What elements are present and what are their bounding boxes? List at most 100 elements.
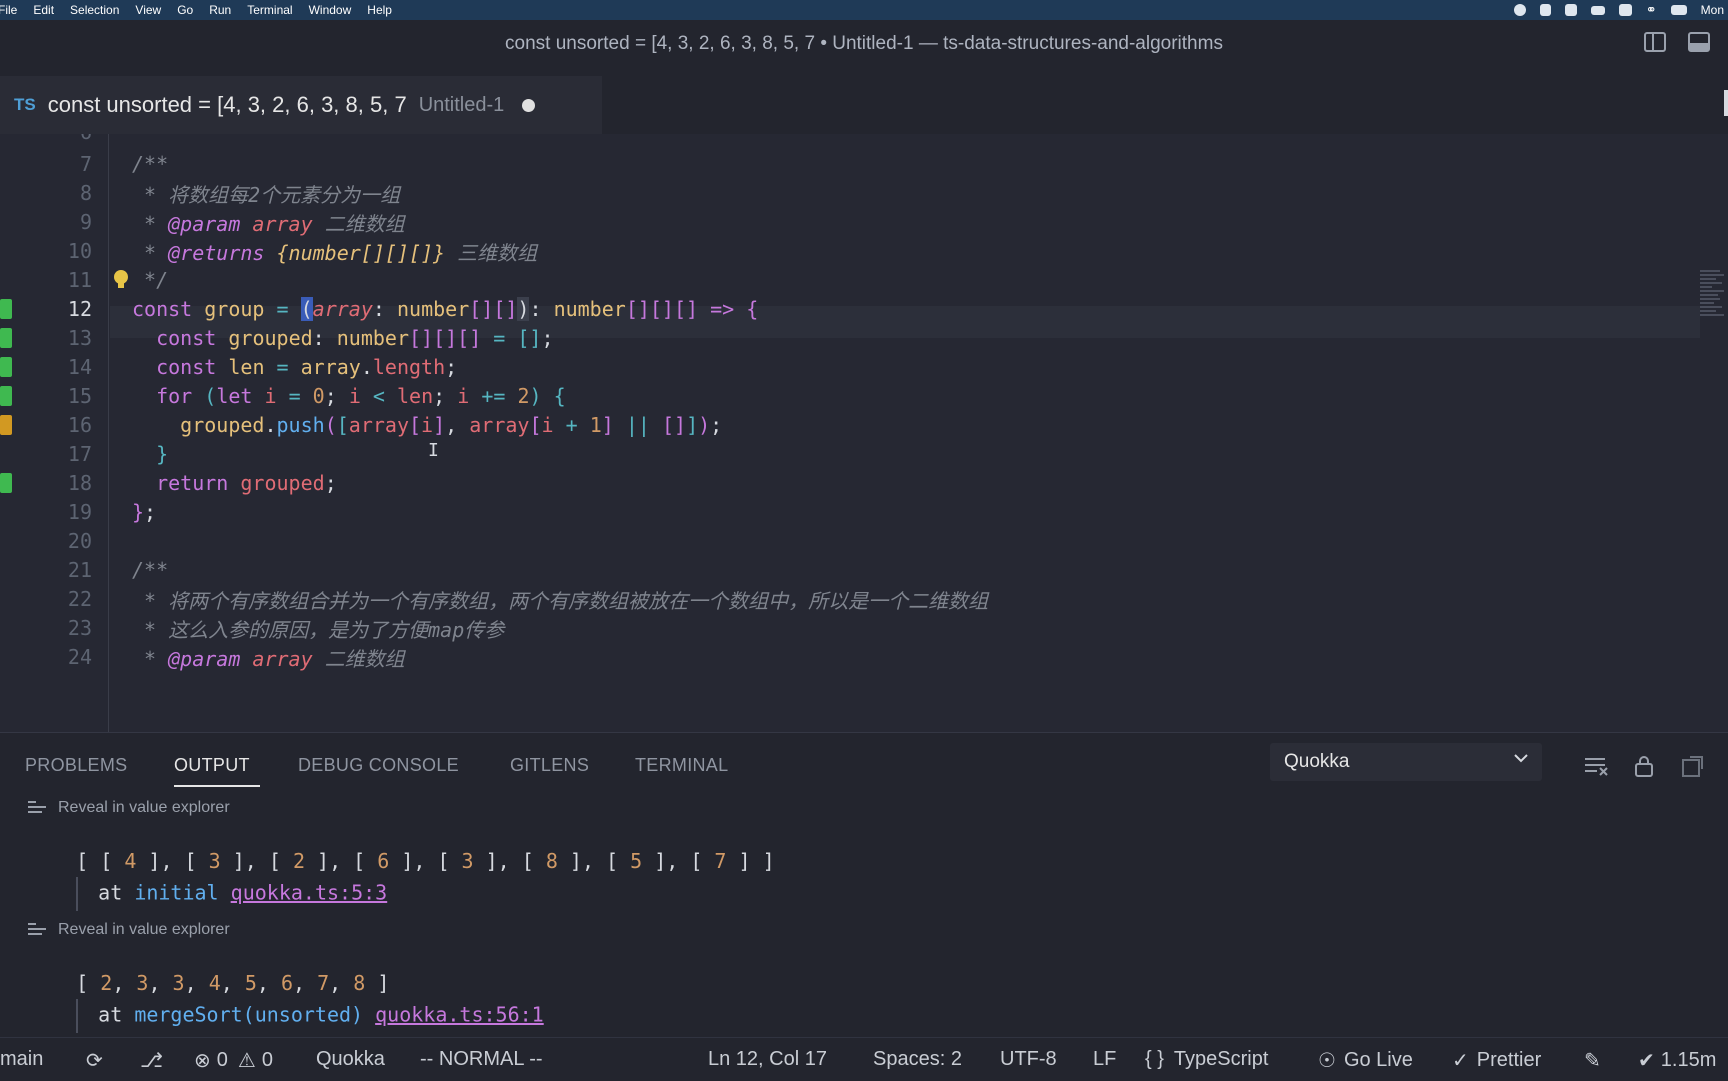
- code-line-6: 6: [0, 134, 1700, 148]
- error-icon: ⊗: [194, 1050, 211, 1072]
- code-line-15: 15 for (let i = 0; i < len; i += 2) {: [0, 380, 1700, 412]
- shield-icon[interactable]: [1539, 4, 1551, 16]
- line-number: 21: [67, 558, 92, 582]
- warning-count: 0: [261, 1049, 273, 1071]
- code-line-13: 13 const grouped: number[][][] = [];: [0, 322, 1700, 354]
- line-number: 15: [67, 384, 92, 408]
- tab-problems[interactable]: PROBLEMS: [25, 755, 127, 776]
- line-number: 19: [67, 500, 92, 524]
- go-live-button[interactable]: ☉ Go Live: [1318, 1048, 1413, 1073]
- unsaved-dot-icon[interactable]: [522, 98, 536, 112]
- output-channel-select[interactable]: Quokka: [1270, 743, 1542, 781]
- prettier-label: Prettier: [1476, 1049, 1542, 1071]
- git-added-marker[interactable]: [0, 386, 12, 406]
- end-of-line[interactable]: LF: [1093, 1048, 1116, 1071]
- toggle-panel-icon[interactable]: [1688, 32, 1710, 52]
- git-graph-icon[interactable]: ⎇: [140, 1048, 163, 1073]
- list-icon: [28, 801, 46, 815]
- comment-text: * 将数组每2个元素分为一组: [132, 182, 401, 207]
- feedback-icon[interactable]: ✎: [1584, 1048, 1601, 1073]
- reveal-in-value-explorer-link[interactable]: Reveal in value explorer: [28, 799, 230, 817]
- sync-icon[interactable]: [1618, 4, 1632, 16]
- at-label: at: [98, 880, 123, 905]
- menu-window[interactable]: Window: [309, 3, 352, 17]
- output-context: mergeSort(unsorted): [134, 1002, 364, 1027]
- tab-gitlens[interactable]: GITLENS: [510, 755, 589, 776]
- problems-indicator[interactable]: ⊗ 0 ⚠ 0: [194, 1048, 273, 1073]
- menu-edit[interactable]: Edit: [33, 3, 54, 17]
- wifi-icon[interactable]: ⚭: [1646, 2, 1657, 18]
- keyboard-icon[interactable]: [1590, 5, 1605, 15]
- tab-debug-console[interactable]: DEBUG CONSOLE: [298, 755, 459, 776]
- quokka-timing[interactable]: ✔ 1.15m: [1638, 1048, 1716, 1073]
- code-line-22: 22 * 将两个有序数组合并为一个有序数组，两个有序数组被放在一个数组中，所以是…: [0, 583, 1700, 615]
- menu-file[interactable]: File: [0, 3, 17, 17]
- git-added-marker[interactable]: [0, 299, 12, 319]
- menu-run[interactable]: Run: [209, 3, 231, 17]
- code-line-9: 9 * @param array 二维数组: [0, 206, 1700, 238]
- indentation[interactable]: Spaces: 2: [873, 1048, 962, 1071]
- overflow-edge: [1724, 90, 1728, 116]
- code-line-21: 21 /**: [0, 554, 1700, 586]
- line-number: 18: [67, 471, 92, 495]
- tab-terminal[interactable]: TERMINAL: [635, 755, 728, 776]
- line-number: 6: [20, 134, 92, 144]
- code-line-24: 24 * @param array 二维数组: [0, 641, 1700, 673]
- menu-help[interactable]: Help: [367, 3, 392, 17]
- line-number: 11: [67, 268, 92, 292]
- line-number: 20: [67, 529, 92, 553]
- lightbulb-icon[interactable]: [112, 269, 130, 291]
- clock[interactable]: Mon: [1701, 3, 1724, 17]
- chevron-down-icon: [1514, 754, 1528, 763]
- system-tray: ⚭ Mon: [1513, 0, 1728, 20]
- line-number: 9: [79, 210, 92, 234]
- git-added-marker[interactable]: [0, 357, 12, 377]
- prettier-status[interactable]: ✓ Prettier: [1452, 1048, 1541, 1073]
- reveal-label: Reveal in value explorer: [58, 799, 230, 816]
- window-titlebar: const unsorted = [4, 3, 2, 6, 3, 8, 5, 7…: [0, 20, 1728, 68]
- open-log-file-icon[interactable]: [1680, 755, 1704, 777]
- line-number: 12: [67, 297, 92, 321]
- editor-tab-untitled-1[interactable]: TS const unsorted = [4, 3, 2, 6, 3, 8, 5…: [0, 76, 602, 136]
- line-number: 13: [67, 326, 92, 350]
- line-number: 16: [67, 413, 92, 437]
- lock-scroll-icon[interactable]: [1632, 755, 1656, 777]
- reveal-in-value-explorer-link[interactable]: Reveal in value explorer: [28, 921, 230, 939]
- git-added-marker[interactable]: [0, 328, 12, 348]
- control-center-icon[interactable]: [1670, 5, 1687, 15]
- text-cursor-icon: I: [428, 440, 439, 461]
- line-number: 23: [67, 616, 92, 640]
- source-location-link[interactable]: quokka.ts:5:3: [231, 881, 388, 905]
- cat-icon[interactable]: [1564, 4, 1577, 16]
- code-line-12: 12 const group = (array: number[][]): nu…: [0, 293, 1700, 325]
- source-location-link[interactable]: quokka.ts:56:1: [375, 1003, 544, 1027]
- git-branch[interactable]: main: [0, 1048, 43, 1071]
- quokka-status[interactable]: Quokka: [316, 1048, 385, 1071]
- menu-selection[interactable]: Selection: [70, 3, 119, 17]
- language-mode[interactable]: { } TypeScript: [1145, 1048, 1268, 1071]
- code-line-23: 23 * 这么入参的原因，是为了方便map传参: [0, 612, 1700, 644]
- line-number: 14: [67, 355, 92, 379]
- minimap[interactable]: [1700, 268, 1728, 348]
- toggle-sidebar-icon[interactable]: [1644, 32, 1666, 52]
- sync-icon[interactable]: ⟳: [86, 1048, 103, 1073]
- tab-output[interactable]: OUTPUT: [174, 755, 250, 776]
- git-modified-marker[interactable]: [0, 415, 12, 435]
- menu-view[interactable]: View: [135, 3, 161, 17]
- encoding[interactable]: UTF-8: [1000, 1048, 1057, 1071]
- active-tab-indicator: [174, 785, 260, 787]
- menu-go[interactable]: Go: [177, 3, 193, 17]
- bottom-panel: PROBLEMS OUTPUT DEBUG CONSOLE GITLENS TE…: [0, 732, 1728, 1038]
- record-icon[interactable]: [1513, 4, 1526, 16]
- git-added-marker[interactable]: [0, 473, 12, 493]
- cursor-position[interactable]: Ln 12, Col 17: [708, 1048, 827, 1071]
- window-title: const unsorted = [4, 3, 2, 6, 3, 8, 5, 7…: [505, 33, 1223, 54]
- output-channel-value: Quokka: [1284, 751, 1350, 772]
- go-live-label: Go Live: [1343, 1049, 1413, 1071]
- code-editor[interactable]: 6 7 /** 8 * 将数组每2个元素分为一组 9 * @param arra…: [0, 134, 1728, 732]
- menu-terminal[interactable]: Terminal: [247, 3, 292, 17]
- code-line-17: 17 } I: [0, 438, 1700, 470]
- code-line-7: 7 /**: [0, 148, 1700, 180]
- timing-label: 1.15m: [1660, 1049, 1717, 1071]
- clear-output-icon[interactable]: [1585, 755, 1609, 777]
